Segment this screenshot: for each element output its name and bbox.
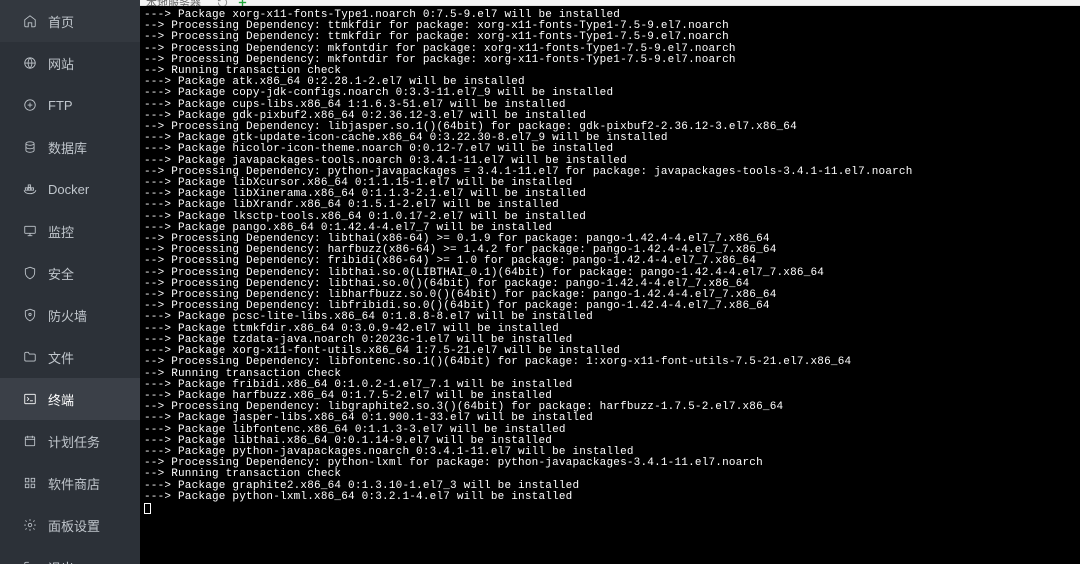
globe-icon: [22, 55, 38, 71]
sidebar-item-firewall[interactable]: 防火墙: [0, 294, 140, 336]
sidebar-item-label: 安全: [48, 264, 74, 283]
terminal-output[interactable]: ---> Package xorg-x11-fonts-Type1.noarch…: [140, 6, 1080, 564]
sidebar-item-home[interactable]: 首页: [0, 0, 140, 42]
folder-icon: [22, 349, 38, 365]
monitor-icon: [22, 223, 38, 239]
sidebar-item-label: 面板设置: [48, 516, 100, 535]
main-panel: 本地服务器 ---> Package xorg-x11-fonts-Type1.…: [140, 0, 1080, 564]
sidebar-item-security[interactable]: 安全: [0, 252, 140, 294]
clock-icon: [22, 433, 38, 449]
sidebar-item-cron[interactable]: 计划任务: [0, 420, 140, 462]
sidebar-item-label: 终端: [48, 390, 74, 409]
terminal-cursor: [144, 503, 151, 514]
home-icon: [22, 13, 38, 29]
sidebar-item-label: Docker: [48, 182, 89, 197]
sidebar-item-label: 文件: [48, 348, 74, 367]
logout-icon: [22, 559, 38, 564]
shield-icon: [22, 265, 38, 281]
sidebar-item-ftp[interactable]: FTP: [0, 84, 140, 126]
sidebar-item-label: 监控: [48, 222, 74, 241]
terminal-icon: [22, 391, 38, 407]
sidebar-item-label: 防火墙: [48, 306, 87, 325]
sidebar-item-site[interactable]: 网站: [0, 42, 140, 84]
sidebar-item-logout[interactable]: 退出: [0, 546, 140, 564]
sidebar-item-label: 计划任务: [48, 432, 100, 451]
sidebar-item-store[interactable]: 软件商店: [0, 462, 140, 504]
sidebar: 首页网站 FTP 数据库 Docker 监控安全防火墙文件终端计划任务软件商店面板设置退…: [0, 0, 140, 564]
sidebar-item-label: 软件商店: [48, 474, 100, 493]
settings-icon: [22, 517, 38, 533]
sidebar-item-files[interactable]: 文件: [0, 336, 140, 378]
sidebar-item-panel[interactable]: 面板设置: [0, 504, 140, 546]
docker-icon: [22, 181, 38, 197]
sidebar-item-label: 数据库: [48, 138, 87, 157]
sidebar-item-label: FTP: [48, 98, 73, 113]
sidebar-item-db[interactable]: 数据库: [0, 126, 140, 168]
sidebar-item-label: 首页: [48, 12, 74, 31]
firewall-icon: [22, 307, 38, 323]
database-icon: [22, 139, 38, 155]
sidebar-item-label: 网站: [48, 54, 74, 73]
sidebar-item-monitor[interactable]: 监控: [0, 210, 140, 252]
sidebar-item-label: 退出: [48, 558, 74, 564]
grid-icon: [22, 475, 38, 491]
ftp-icon: [22, 97, 38, 113]
sidebar-item-terminal[interactable]: 终端: [0, 378, 140, 420]
sidebar-item-docker[interactable]: Docker: [0, 168, 140, 210]
